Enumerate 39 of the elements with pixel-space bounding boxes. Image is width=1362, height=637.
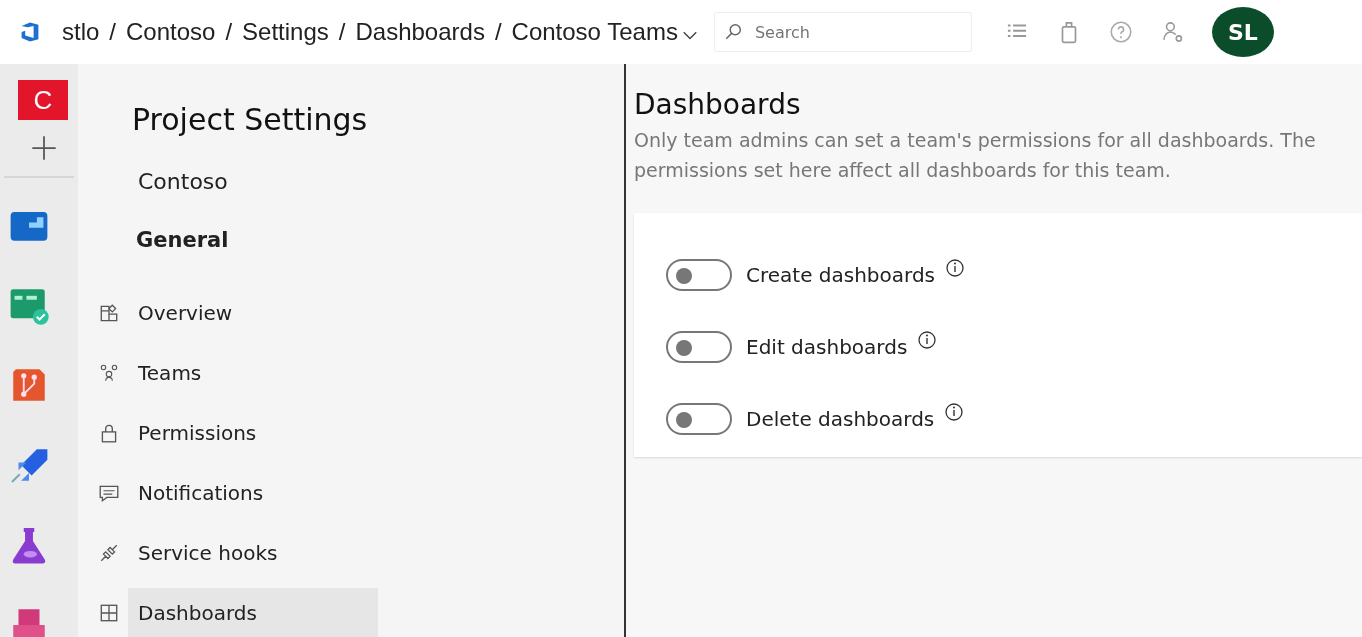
- toggle-label: Delete dashboards: [746, 407, 935, 431]
- toggle-switch[interactable]: [666, 331, 732, 363]
- breadcrumb-separator: /: [225, 18, 233, 46]
- search-field[interactable]: Search: [713, 12, 972, 52]
- breadcrumb-separator: /: [494, 18, 502, 46]
- toggle-switch[interactable]: [666, 259, 732, 291]
- breadcrumb-link[interactable]: Contoso: [126, 18, 216, 46]
- breadcrumb-link[interactable]: stlo: [62, 18, 100, 46]
- sidebar-item[interactable]: Teams: [128, 348, 378, 398]
- breadcrumb-link[interactable]: Contoso Teams: [511, 18, 678, 46]
- sidebar-item[interactable]: Overview: [128, 288, 378, 338]
- project-name: Contoso: [137, 169, 229, 194]
- section-heading: General: [135, 228, 230, 252]
- sidebar-item[interactable]: Permissions: [128, 408, 378, 458]
- sidebar-title: Project Settings: [131, 102, 369, 137]
- page-description: Only team admins can set a team's permissions for all dashboards. The permissions set here affect all dashboards for this team.: [634, 128, 1317, 183]
- overview-icon: [98, 302, 120, 324]
- page-title: Dashboards: [634, 88, 802, 121]
- project-avatar[interactable]: C: [18, 80, 68, 120]
- info-icon[interactable]: [944, 402, 965, 422]
- sidebar-item[interactable]: Notifications: [128, 468, 378, 518]
- sidebar-item[interactable]: Service hooks: [128, 528, 378, 578]
- info-icon[interactable]: [917, 330, 938, 350]
- breadcrumb-separator: /: [109, 18, 117, 46]
- toggle-label: Create dashboards: [746, 263, 936, 287]
- toggle-switch[interactable]: [666, 403, 732, 435]
- search-icon: [723, 23, 742, 41]
- dashboard-icon: [98, 602, 120, 624]
- toggle-label: Edit dashboards: [746, 335, 908, 359]
- sidebar-item[interactable]: Dashboards: [128, 588, 378, 637]
- chevron-down-icon[interactable]: [681, 31, 698, 41]
- breadcrumb-link[interactable]: Dashboards: [355, 18, 485, 46]
- breadcrumb-link[interactable]: Settings: [242, 18, 329, 46]
- people-icon: [98, 362, 120, 384]
- user-avatar[interactable]: SL: [1211, 7, 1274, 57]
- plug-icon: [98, 542, 120, 564]
- breadcrumb-separator: /: [338, 18, 346, 46]
- info-icon[interactable]: [945, 258, 966, 278]
- plus-icon[interactable]: [30, 134, 58, 162]
